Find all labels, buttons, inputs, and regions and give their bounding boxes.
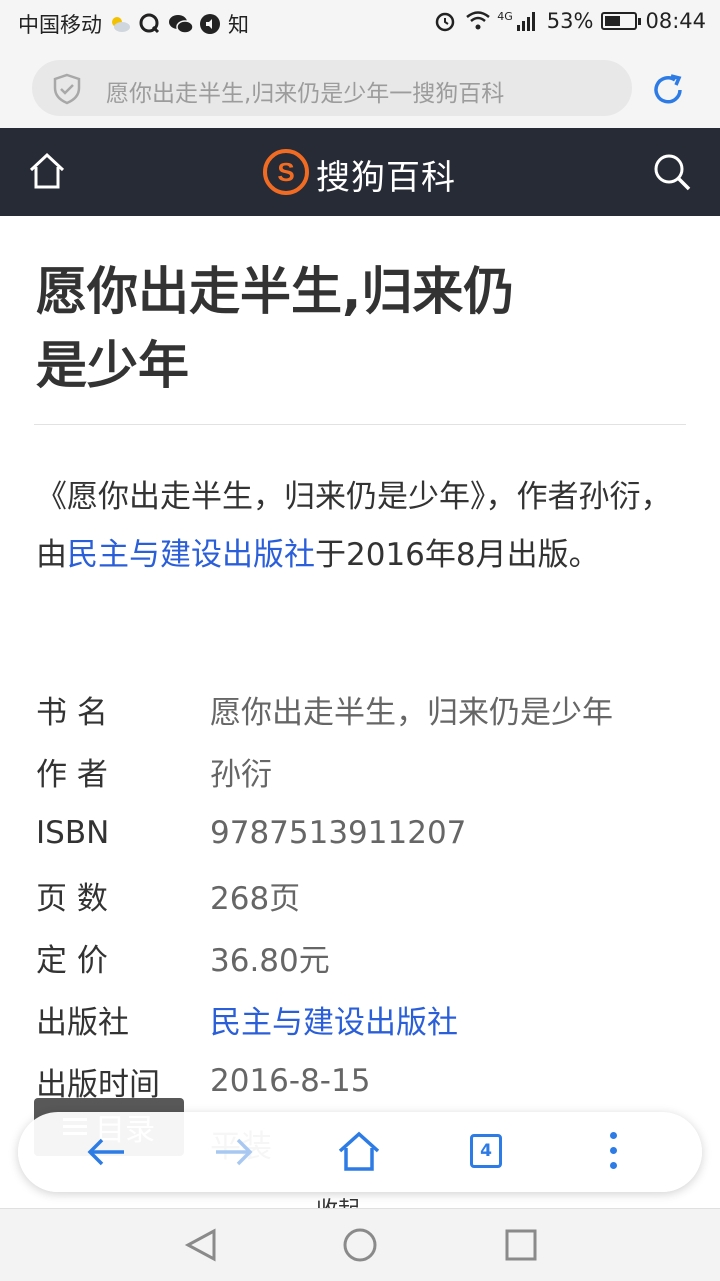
info-key: 页 数 (36, 880, 108, 917)
info-value: 36.80元 (210, 942, 330, 979)
forward-arrow-icon[interactable] (212, 1130, 256, 1178)
audio-icon (198, 12, 222, 36)
info-value: 9787513911207 (210, 815, 467, 851)
logo-letter: S (277, 157, 294, 187)
info-value: 孙衍 (210, 756, 272, 793)
info-row-pages: 页 数 268页 (36, 864, 686, 926)
brand-name: 搜狗百科 (316, 157, 456, 198)
alarm-icon (433, 9, 457, 33)
summary-text: 《愿你出走半生，归来仍是少年》，作者孙衍，由民主与建设出版社于2016年8月出版… (36, 468, 686, 584)
site-header: S 搜狗百科 (0, 128, 720, 216)
back-arrow-icon[interactable] (84, 1130, 128, 1178)
home-icon[interactable] (26, 150, 68, 196)
info-key: ISBN (36, 815, 110, 851)
info-row-publisher: 出版社 民主与建设出版社 (36, 988, 686, 1050)
more-menu-icon[interactable] (608, 1132, 618, 1174)
sogou-baike-logo[interactable]: S 搜狗百科 (262, 148, 456, 200)
network-type: 4G (497, 9, 513, 23)
page-title: 愿你出走半生,归来仍是少年 (36, 263, 515, 396)
tab-switcher-button[interactable]: 4 (470, 1134, 502, 1168)
status-bar: 中国移动 知 4G 53% 08:44 (0, 0, 720, 50)
info-key: 定 价 (36, 942, 108, 979)
info-row-title: 书 名 愿你出走半生，归来仍是少年 (36, 678, 686, 740)
battery-icon (601, 12, 642, 30)
weather-icon (108, 12, 132, 36)
info-row-price: 定 价 36.80元 (36, 926, 686, 988)
info-row-author: 作 者 孙衍 (36, 740, 686, 802)
carrier-label: 中国移动 (18, 13, 102, 37)
info-value: 2016-8-15 (210, 1063, 371, 1099)
home-icon[interactable] (336, 1130, 382, 1178)
sogou-logo-icon: S (262, 148, 310, 200)
clock: 08:44 (645, 9, 706, 33)
shield-icon (52, 73, 82, 109)
search-icon[interactable] (652, 152, 692, 196)
nav-recents-icon[interactable] (504, 1227, 538, 1267)
wechat-icon (168, 12, 194, 36)
url-field[interactable]: 愿你出走半生,归来仍是少年一搜狗百科 (32, 60, 632, 116)
browser-address-bar: 愿你出走半生,归来仍是少年一搜狗百科 (0, 50, 720, 128)
info-row-isbn: ISBN 9787513911207 (36, 802, 686, 864)
info-key: 出版时间 (36, 1066, 160, 1103)
divider (34, 424, 686, 425)
nav-home-icon[interactable] (342, 1227, 378, 1267)
signal-icon (515, 9, 539, 33)
browser-toolbar: 4 (18, 1112, 702, 1192)
info-key: 出版社 (36, 1004, 129, 1041)
summary-after: 于2016年8月出版。 (315, 537, 600, 573)
qq-icon (138, 12, 162, 36)
zhihu-label: 知 (228, 13, 249, 37)
info-key: 书 名 (36, 694, 108, 731)
info-key: 作 者 (36, 756, 108, 793)
wifi-icon (465, 9, 491, 33)
system-nav-bar (0, 1208, 720, 1281)
publisher-value-link[interactable]: 民主与建设出版社 (210, 997, 458, 1042)
refresh-icon[interactable] (648, 70, 688, 114)
nav-back-icon[interactable] (184, 1227, 218, 1267)
url-text: 愿你出走半生,归来仍是少年一搜狗百科 (106, 81, 505, 107)
info-value: 268页 (210, 880, 301, 917)
battery-percent: 53% (546, 9, 594, 33)
publisher-link[interactable]: 民主与建设出版社 (67, 537, 315, 573)
info-value: 愿你出走半生，归来仍是少年 (210, 694, 613, 731)
